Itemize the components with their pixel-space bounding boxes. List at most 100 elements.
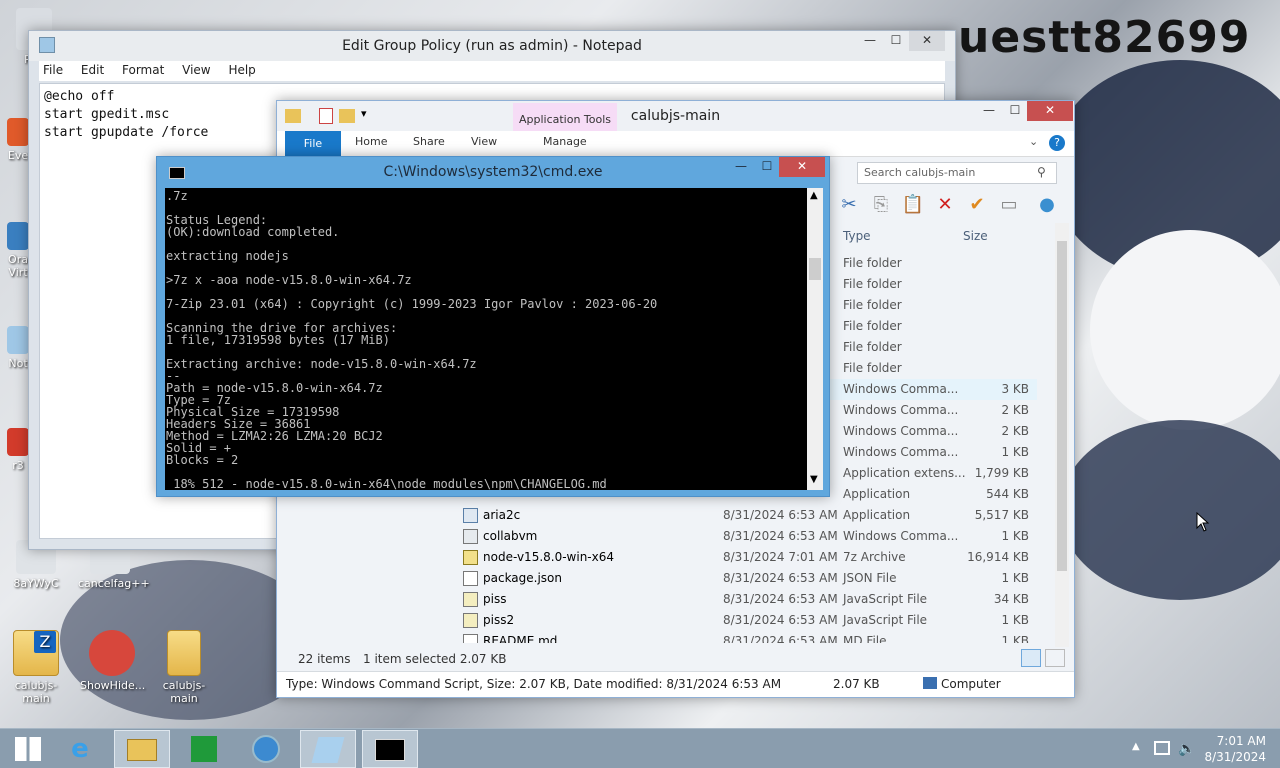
zip-folder-icon: Z <box>13 630 59 676</box>
search-icon: ⚲ <box>1037 165 1046 179</box>
help-icon[interactable]: ? <box>1049 135 1065 151</box>
taskbar-app[interactable] <box>238 730 294 768</box>
folder-icon <box>167 630 201 676</box>
taskbar-cmd[interactable] <box>362 730 418 768</box>
notepad-title: Edit Group Policy (run as admin) - Notep… <box>342 38 642 54</box>
notepad-menubar: File Edit Format View Help <box>39 61 945 81</box>
system-clock[interactable]: 7:01 AM 8/31/2024 <box>1204 733 1266 765</box>
scrollbar-thumb[interactable] <box>1057 241 1067 571</box>
desktop-icon-label: calubjs-main <box>14 679 58 705</box>
tab-file[interactable]: File <box>285 131 341 157</box>
list-item[interactable]: package.json 8/31/2024 6:53 AM JSON File 1 … <box>277 568 1037 589</box>
tab-manage[interactable]: Manage <box>543 135 587 148</box>
computer-icon <box>923 677 937 689</box>
list-item[interactable]: piss 8/31/2024 6:53 AM JavaScript File 34 K… <box>277 589 1037 610</box>
desktop-icon-label: Not <box>8 357 28 370</box>
taskbar-store[interactable] <box>176 730 232 768</box>
notepad-icon <box>7 326 29 354</box>
taskbar-notepad[interactable] <box>300 730 356 768</box>
clock-date: 8/31/2024 <box>1204 750 1266 764</box>
details-view-icon[interactable] <box>1021 649 1041 667</box>
javascript-file-icon <box>463 613 478 628</box>
desktop-icon-showhide[interactable]: ShowHide... <box>80 630 146 692</box>
minimize-button[interactable]: — <box>977 101 1001 121</box>
paste-icon[interactable]: 📋 <box>901 193 925 217</box>
cmd-window[interactable]: C:\Windows\system32\cmd.exe — ☐ ✕ .7z St… <box>156 156 830 497</box>
file-list-scrollbar[interactable] <box>1055 223 1069 647</box>
network-icon[interactable] <box>1154 741 1170 755</box>
taskbar-internet-explorer[interactable]: e <box>52 730 108 768</box>
details-size: 2.07 KB <box>833 677 880 691</box>
rename-icon[interactable]: ✔ <box>965 193 989 217</box>
store-icon <box>191 736 217 762</box>
taskbar-file-explorer[interactable] <box>114 730 170 768</box>
console-output[interactable]: .7z Status Legend: (OK):download complet… <box>165 188 807 490</box>
clock-time: 7:01 AM <box>1216 734 1266 748</box>
start-button[interactable] <box>0 730 56 768</box>
scroll-down-arrow[interactable]: ▼ <box>810 474 818 485</box>
desktop-icon-label: r3 <box>12 459 24 472</box>
close-button[interactable]: ✕ <box>779 157 825 177</box>
list-item[interactable]: node-v15.8.0-win-x64 8/31/2024 7:01 AM 7z … <box>277 547 1037 568</box>
chevron-down-icon[interactable]: ⌄ <box>1029 135 1038 148</box>
menu-help[interactable]: Help <box>228 63 255 77</box>
delete-icon[interactable]: ✕ <box>933 193 957 217</box>
column-header-type[interactable]: Type <box>843 229 871 243</box>
console-scrollbar[interactable]: ▲ ▼ <box>807 188 823 490</box>
status-bar: 22 items 1 item selected 2.07 KB <box>277 646 1074 670</box>
explorer-title: calubjs-main <box>630 108 721 124</box>
maximize-button[interactable]: ☐ <box>755 157 779 177</box>
wallpaper-shape <box>1090 230 1280 430</box>
volume-muted-icon[interactable]: 🔈 <box>1178 741 1195 757</box>
menu-file[interactable]: File <box>43 63 63 77</box>
maximize-button[interactable]: ☐ <box>885 31 907 51</box>
notepad-icon <box>311 737 345 763</box>
maximize-button[interactable]: ☐ <box>1003 101 1027 121</box>
scrollbar-thumb[interactable] <box>809 258 821 280</box>
show-hidden-icons-icon[interactable]: ▲ <box>1132 741 1140 752</box>
menu-edit[interactable]: Edit <box>81 63 104 77</box>
list-item[interactable]: piss2 8/31/2024 6:53 AM JavaScript File 1 K… <box>277 610 1037 631</box>
item-count: 22 items <box>298 652 351 666</box>
desktop-icon-label: Eve <box>7 149 29 162</box>
script-icon <box>463 529 478 544</box>
details-bar: Type: Windows Command Script, Size: 2.07… <box>277 671 1074 697</box>
minimize-button[interactable]: — <box>859 31 881 51</box>
desktop-icon-calubjs-zip[interactable]: Z calubjs-main <box>4 630 68 705</box>
search-input[interactable]: Search calubjs-main <box>857 162 1057 184</box>
cmd-titlebar[interactable]: C:\Windows\system32\cmd.exe — ☐ ✕ <box>157 157 829 187</box>
explorer-titlebar[interactable]: ▾ Application Tools calubjs-main — ☐ ✕ <box>277 101 1074 157</box>
desktop-icon-label: ShowHide... <box>80 679 146 692</box>
virtualbox-icon <box>7 222 29 250</box>
ribbon-tabs: File Home Share View Manage ⌄ ? <box>277 131 1074 157</box>
scroll-up-arrow[interactable]: ▲ <box>810 190 818 201</box>
details-location: Computer <box>941 677 1001 691</box>
list-item[interactable]: aria2c 8/31/2024 6:53 AM Application 5,517 … <box>277 505 1037 526</box>
tab-view[interactable]: View <box>471 135 497 148</box>
wallpaper-shape <box>1060 420 1280 600</box>
network-icon[interactable]: ● <box>1035 193 1059 217</box>
menu-format[interactable]: Format <box>122 63 164 77</box>
tab-home[interactable]: Home <box>355 135 387 148</box>
taskbar: e ▲ 🔈 7:01 AM 8/31/2024 <box>0 728 1280 768</box>
desktop-icon-label: Ora Virt <box>8 253 28 279</box>
archive-icon <box>463 550 478 565</box>
large-icons-view-icon[interactable] <box>1045 649 1065 667</box>
list-item[interactable]: README.md 8/31/2024 6:53 AM MD File 1 KB <box>277 631 1037 643</box>
close-button[interactable]: ✕ <box>909 31 945 51</box>
json-file-icon <box>463 571 478 586</box>
desktop-icon-label: 8aYWyC <box>13 577 59 590</box>
menu-view[interactable]: View <box>182 63 210 77</box>
desktop-icon-calubjs-folder[interactable]: calubjs-main <box>152 630 216 705</box>
minimize-button[interactable]: — <box>729 157 753 177</box>
showhide-icon <box>89 630 135 676</box>
list-item[interactable]: collabvm 8/31/2024 6:53 AM Windows Comma..… <box>277 526 1037 547</box>
cut-icon[interactable]: ✂ <box>837 193 861 217</box>
tab-share[interactable]: Share <box>413 135 445 148</box>
notepad-titlebar[interactable]: Edit Group Policy (run as admin) - Notep… <box>29 31 955 61</box>
properties-icon[interactable]: ▭ <box>997 193 1021 217</box>
copy-icon[interactable]: ⎘ <box>869 193 893 217</box>
close-button[interactable]: ✕ <box>1027 101 1073 121</box>
desktop-icon-label: cancelfag++ <box>78 577 150 590</box>
column-header-size[interactable]: Size <box>963 229 988 243</box>
